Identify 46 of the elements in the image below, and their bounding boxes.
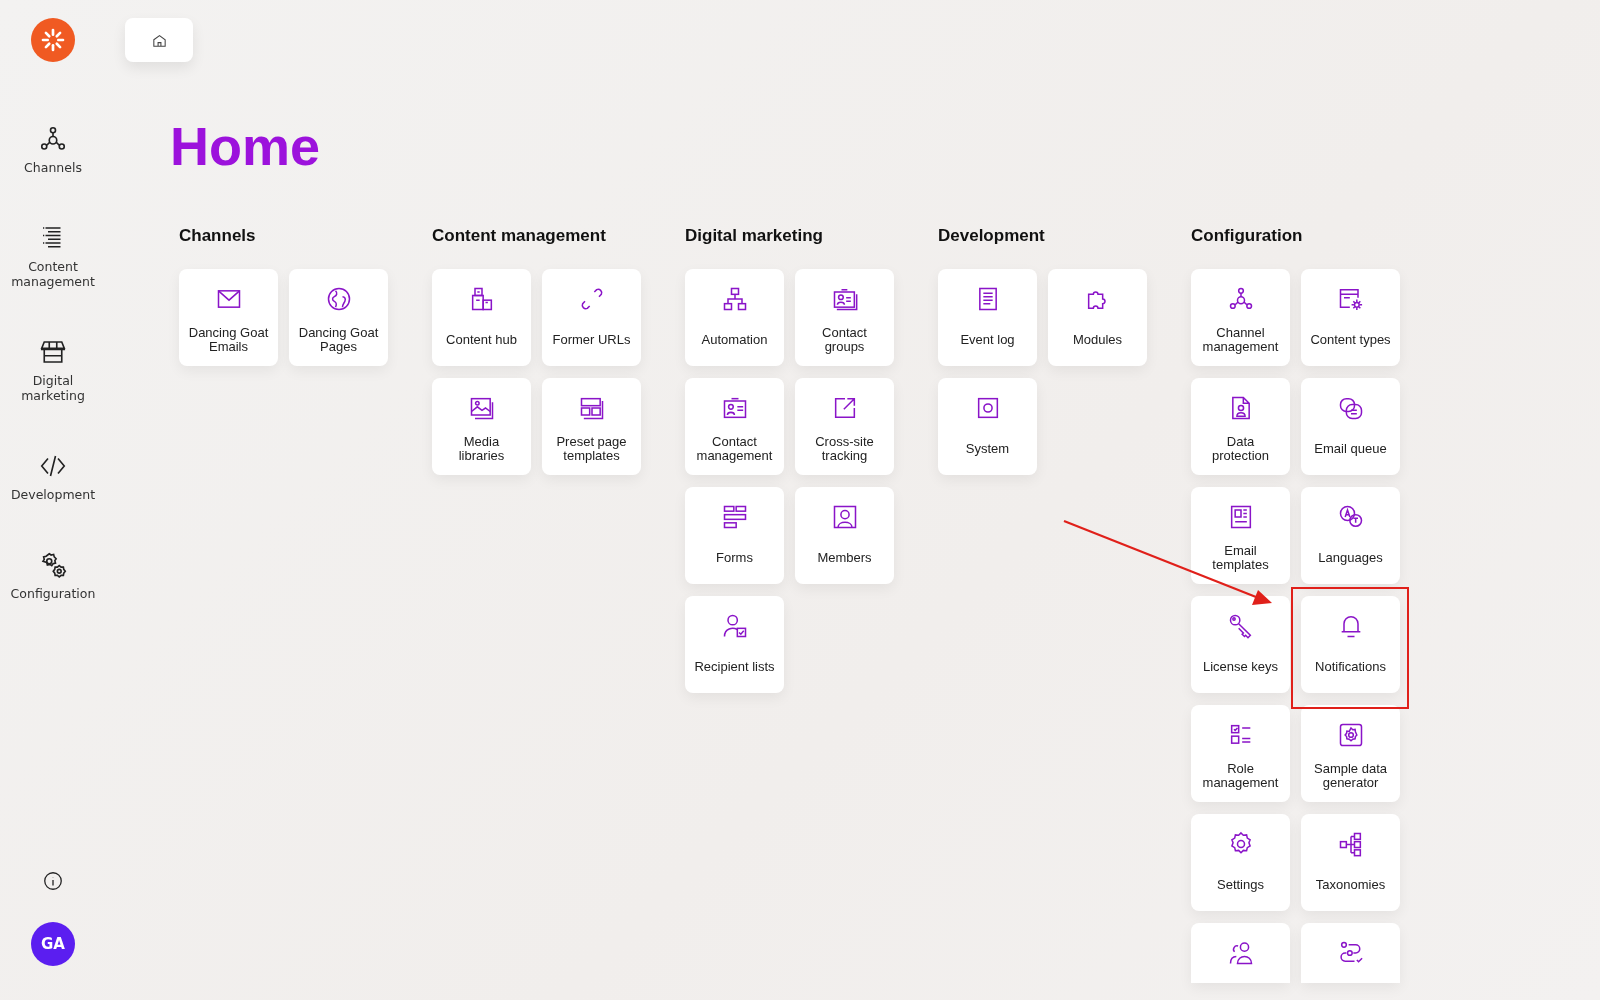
tile-button[interactable]: Event log <box>938 269 1037 366</box>
tile-button[interactable]: Modules <box>1048 269 1147 366</box>
sidebar-item[interactable]: Digital marketing <box>3 337 103 403</box>
tile-button[interactable]: Members <box>795 487 894 584</box>
tile-button[interactable]: Content types <box>1301 269 1400 366</box>
page-title: Home <box>170 115 322 178</box>
tile-button[interactable]: Contact groups <box>795 269 894 366</box>
tile-button[interactable]: Contact management <box>685 378 784 475</box>
tile-button[interactable]: Taxonomies <box>1301 814 1400 911</box>
section-heading: Configuration <box>1191 225 1304 247</box>
tile-button[interactable]: Sample data generator <box>1301 705 1400 802</box>
sidebar-item[interactable]: Channels <box>3 124 103 175</box>
tile-button[interactable]: License keys <box>1191 596 1290 693</box>
tile-button[interactable]: Forms <box>685 487 784 584</box>
info-button[interactable] <box>42 870 64 892</box>
section-heading: Digital marketing <box>685 225 824 247</box>
tile-button[interactable]: Role management <box>1191 705 1290 802</box>
tile-button[interactable]: Email queue <box>1301 378 1400 475</box>
tile-button[interactable]: Languages <box>1301 487 1400 584</box>
tile-button[interactable]: Recipient lists <box>685 596 784 693</box>
tile-button[interactable]: Channel management <box>1191 269 1290 366</box>
section-heading: Development <box>938 225 1046 247</box>
tile-button[interactable]: Dancing Goat Emails <box>179 269 278 366</box>
tile-button[interactable]: Media libraries <box>432 378 531 475</box>
tile-button[interactable]: Notifications <box>1301 596 1400 693</box>
logo-icon[interactable] <box>31 18 75 62</box>
sidebar-item[interactable]: Development <box>3 451 103 502</box>
tile-button[interactable]: Cross-site tracking <box>795 378 894 475</box>
info-icon <box>42 870 64 892</box>
section-heading: Content management <box>432 225 607 247</box>
tile-button[interactable]: Email templates <box>1191 487 1290 584</box>
tile-button[interactable]: Dancing Goat Pages <box>289 269 388 366</box>
tile-button[interactable]: Settings <box>1191 814 1290 911</box>
tile-button[interactable]: Former URLs <box>542 269 641 366</box>
tile-button[interactable] <box>1301 923 1400 983</box>
avatar[interactable]: GA <box>31 922 75 966</box>
home-button[interactable] <box>125 18 193 62</box>
tile-button[interactable]: Content hub <box>432 269 531 366</box>
tile-button[interactable]: Preset page templates <box>542 378 641 475</box>
tile-button[interactable]: System <box>938 378 1037 475</box>
section-heading: Channels <box>179 225 257 247</box>
sidebar-item[interactable]: Content management <box>3 223 103 289</box>
tile-button[interactable] <box>1191 923 1290 983</box>
tile-button[interactable]: Data protection <box>1191 378 1290 475</box>
tile-button[interactable]: Automation <box>685 269 784 366</box>
sidebar-item[interactable]: Configuration <box>3 550 103 601</box>
